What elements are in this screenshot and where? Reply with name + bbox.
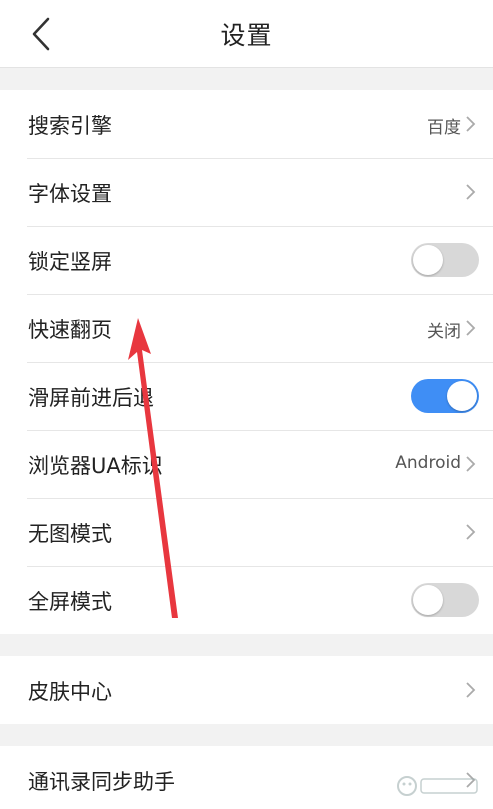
row-search-engine[interactable]: 搜索引擎 百度 (0, 90, 493, 158)
toggle-knob (413, 585, 443, 615)
swipe-navigation-toggle[interactable] (411, 379, 479, 413)
row-no-image-mode[interactable]: 无图模式 (0, 498, 493, 566)
row-swipe-navigation: 滑屏前进后退 (0, 362, 493, 430)
chevron-right-icon (466, 320, 476, 336)
settings-screen: 设置 搜索引擎 百度 字体设置 锁定竖屏 快速翻页 关闭 滑屏前进后退 浏览器U… (0, 0, 493, 809)
chevron-right-icon (466, 456, 476, 472)
toggle-knob (447, 381, 477, 411)
row-font-settings[interactable]: 字体设置 (0, 158, 493, 226)
row-label: 搜索引擎 (28, 114, 112, 138)
lock-portrait-toggle[interactable] (411, 243, 479, 277)
row-label: 皮肤中心 (28, 680, 112, 704)
row-quick-page-turn[interactable]: 快速翻页 关闭 (0, 294, 493, 362)
row-skin-center[interactable]: 皮肤中心 (0, 656, 493, 724)
row-label: 全屏模式 (28, 590, 112, 614)
chevron-right-icon (466, 184, 476, 200)
toggle-knob (413, 245, 443, 275)
baidu-jingyan-watermark-icon (397, 776, 478, 796)
settings-group-general: 搜索引擎 百度 字体设置 锁定竖屏 快速翻页 关闭 滑屏前进后退 浏览器UA标识… (0, 90, 493, 634)
settings-group-skin: 皮肤中心 (0, 656, 493, 724)
row-value: 百度 (427, 118, 461, 138)
row-label: 浏览器UA标识 (28, 454, 163, 478)
row-fullscreen-mode: 全屏模式 (0, 566, 493, 634)
row-label: 滑屏前进后退 (28, 386, 154, 410)
row-label: 快速翻页 (28, 318, 112, 342)
top-bar: 设置 (0, 0, 493, 68)
row-label: 通讯录同步助手 (28, 770, 175, 794)
chevron-right-icon (466, 116, 476, 132)
row-browser-ua[interactable]: 浏览器UA标识 Android (0, 430, 493, 498)
row-value: Android (395, 453, 461, 473)
row-label: 字体设置 (28, 182, 112, 206)
row-label: 无图模式 (28, 522, 112, 546)
page-title: 设置 (220, 21, 273, 50)
chevron-right-icon (466, 524, 476, 540)
row-lock-portrait: 锁定竖屏 (0, 226, 493, 294)
row-value: 关闭 (427, 322, 461, 342)
row-label: 锁定竖屏 (28, 250, 112, 274)
chevron-right-icon (466, 682, 476, 698)
fullscreen-mode-toggle[interactable] (411, 583, 479, 617)
